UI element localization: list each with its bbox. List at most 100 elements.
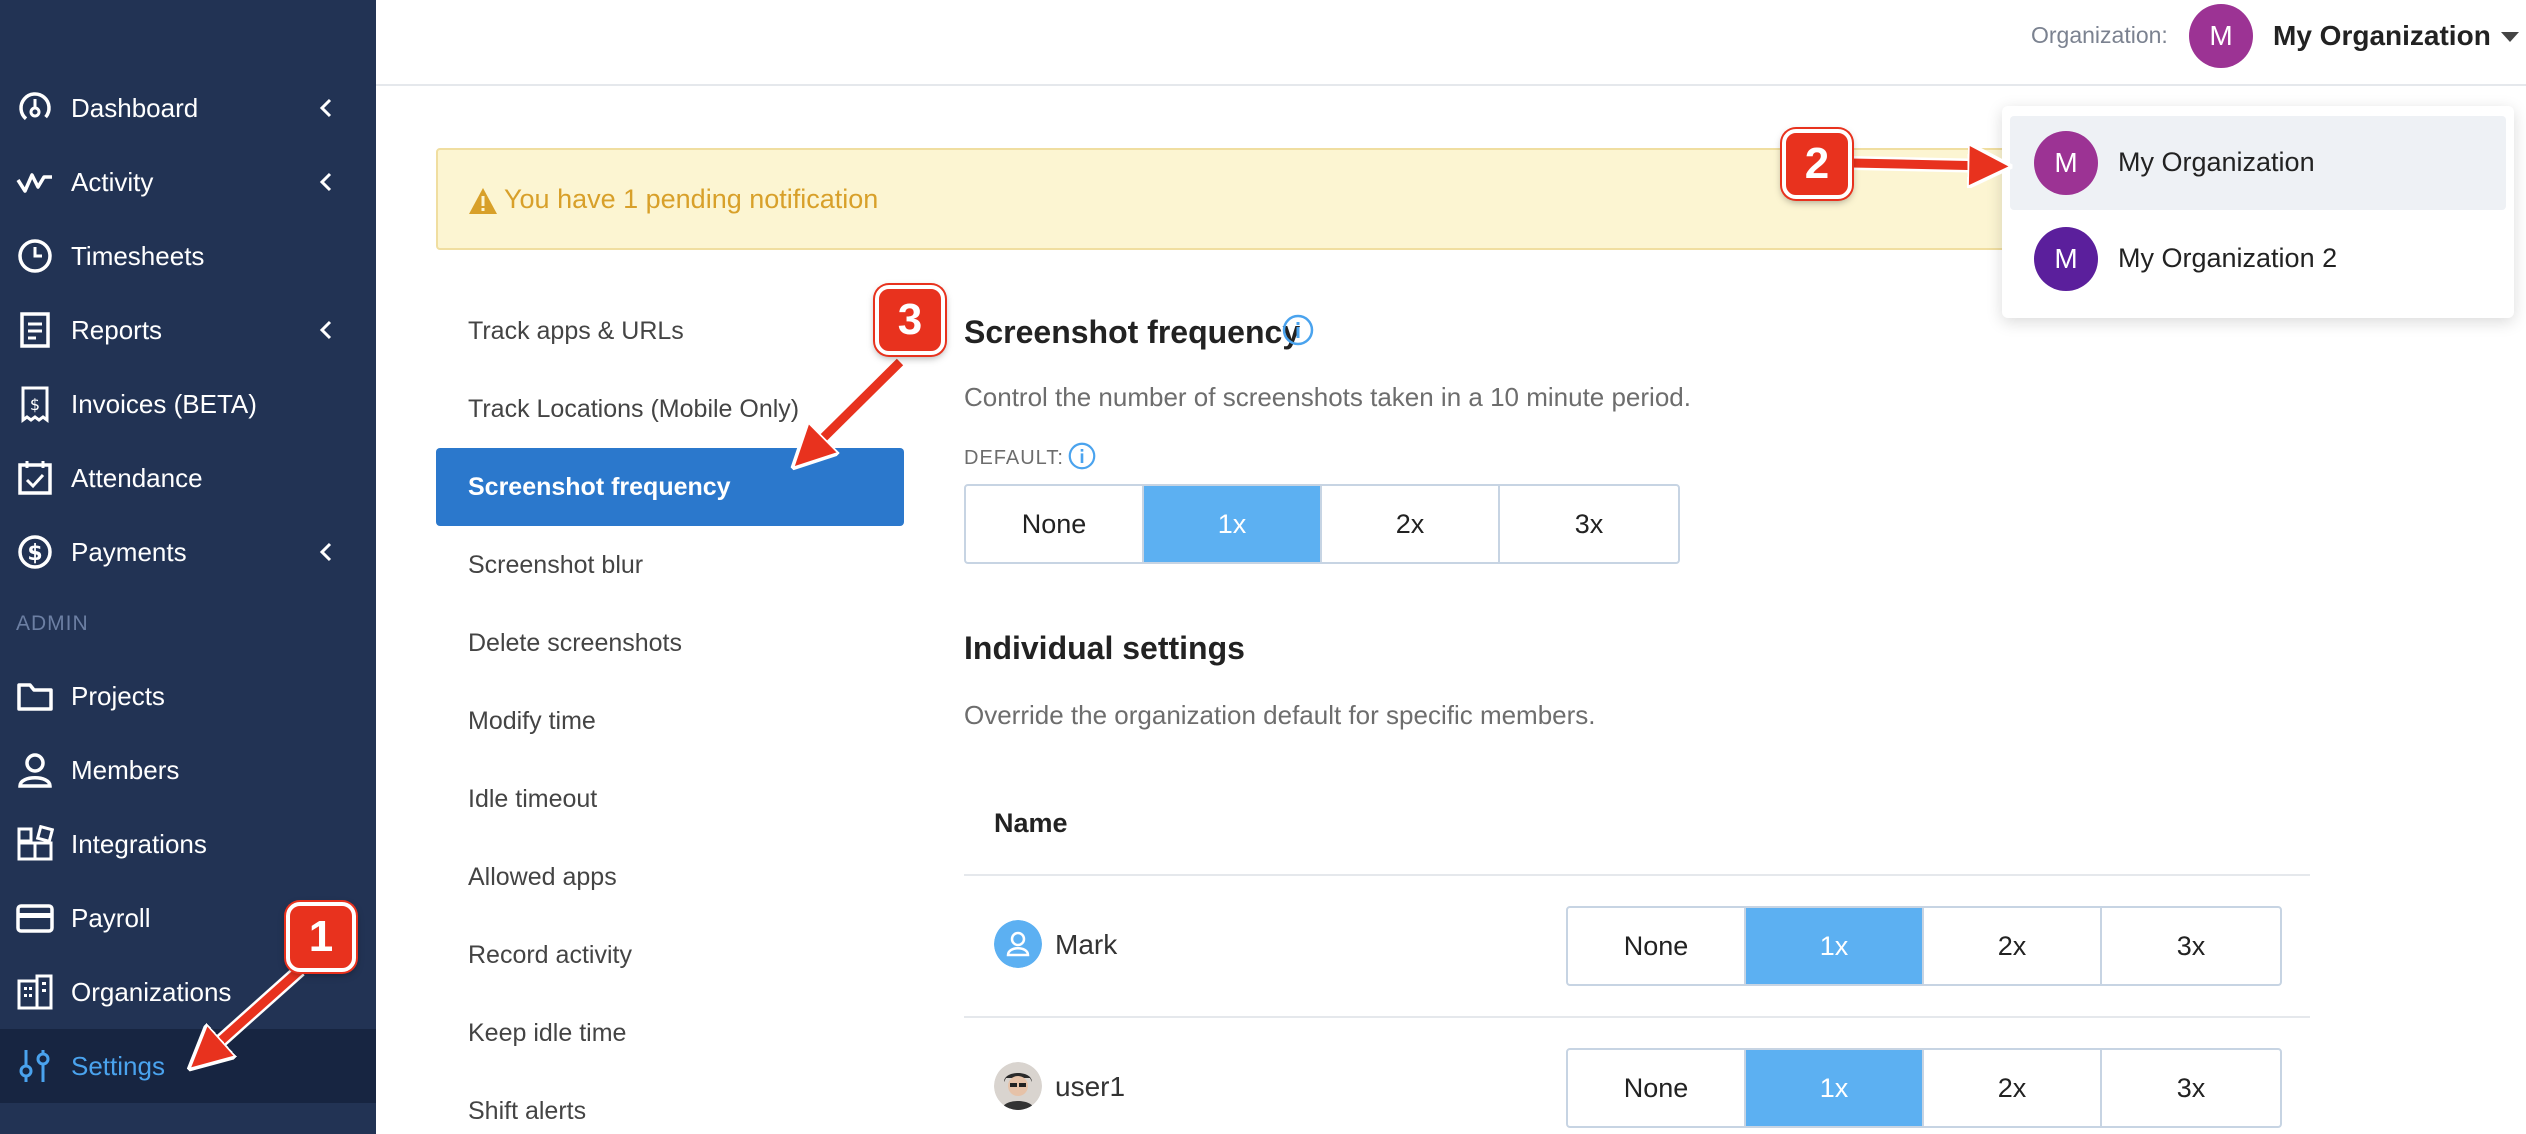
sidebar-item-dashboard[interactable]: Dashboard	[0, 71, 376, 145]
clock-icon	[18, 239, 52, 273]
person-icon	[18, 753, 52, 788]
callout-badge-1: 1	[286, 902, 356, 972]
dropdown-item-my-organization-2[interactable]: M My Organization 2	[2010, 212, 2506, 306]
chevron-left-icon	[319, 320, 332, 340]
member-name: Mark	[1055, 929, 1118, 960]
sidebar-item-label: Members	[71, 754, 180, 785]
individual-settings-title: Individual settings	[964, 630, 1245, 666]
settings-nav-track-locations[interactable]: Track Locations (Mobile Only)	[436, 370, 904, 448]
individual-settings-description: Override the organization default for sp…	[964, 700, 1596, 730]
report-document-icon	[20, 312, 50, 348]
sidebar-item-label: Reports	[71, 314, 163, 345]
chevron-left-icon	[319, 542, 332, 562]
option-3x[interactable]: 3x	[1500, 486, 1678, 562]
sidebar-item-activity[interactable]: Activity	[0, 145, 376, 219]
settings-nav-screenshot-blur[interactable]: Screenshot blur	[436, 526, 904, 604]
warning-icon	[469, 188, 497, 214]
option-none[interactable]: None	[966, 486, 1144, 562]
organization-avatar: M	[2034, 131, 2098, 195]
row-divider	[964, 1016, 2310, 1018]
option-2x[interactable]: 2x	[1322, 486, 1500, 562]
sidebar-item-invoices[interactable]: $ Invoices (BETA)	[0, 367, 376, 441]
settings-nav-idle-timeout[interactable]: Idle timeout	[436, 760, 904, 838]
chevron-left-icon	[319, 172, 332, 192]
default-user-avatar	[994, 920, 1042, 968]
sidebar-item-label: Invoices (BETA)	[71, 388, 257, 419]
sidebar-item-label: Activity	[71, 166, 154, 197]
sidebar-item-label: Projects	[71, 680, 165, 711]
sidebar-item-projects[interactable]: Projects	[0, 659, 376, 733]
notification-text: You have 1 pending notification	[504, 184, 879, 214]
sidebar-item-label: Payments	[71, 536, 187, 567]
chevron-left-icon	[319, 98, 332, 118]
organization-dropdown: M My Organization M My Organization 2	[2002, 106, 2514, 318]
svg-text:$: $	[27, 541, 42, 566]
sidebar-item-integrations[interactable]: Integrations	[0, 807, 376, 881]
folder-icon	[17, 683, 53, 711]
sidebar-item-timesheets[interactable]: Timesheets	[0, 219, 376, 293]
sidebar-item-label: Organizations	[71, 976, 232, 1007]
settings-nav-track-apps[interactable]: Track apps & URLs	[436, 292, 904, 370]
default-label: DEFAULT:	[964, 447, 1064, 469]
callout-badge-2: 2	[1782, 129, 1852, 199]
info-icon[interactable]	[1068, 442, 1096, 470]
dollar-circle-icon: $	[18, 535, 52, 569]
sidebar-item-label: Settings	[71, 1050, 165, 1081]
svg-text:$: $	[30, 395, 40, 414]
organization-label: Organization:	[2031, 22, 2168, 48]
option-3x[interactable]: 3x	[2102, 1050, 2280, 1126]
option-1x[interactable]: 1x	[1144, 486, 1322, 562]
option-3x[interactable]: 3x	[2102, 908, 2280, 984]
callout-badge-3: 3	[875, 285, 945, 355]
sidebar-item-settings[interactable]: Settings	[0, 1029, 376, 1103]
credit-card-icon	[16, 904, 54, 933]
invoice-receipt-icon: $	[21, 386, 49, 423]
organization-avatar: M	[2034, 227, 2098, 291]
settings-nav-shift-alerts[interactable]: Shift alerts	[436, 1072, 904, 1134]
calendar-check-icon	[18, 461, 52, 495]
settings-nav-screenshot-frequency[interactable]: Screenshot frequency	[436, 448, 904, 526]
admin-section-label: ADMIN	[16, 612, 89, 635]
member-frequency-selector: None 1x 2x 3x	[1566, 1048, 2282, 1128]
settings-nav-modify-time[interactable]: Modify time	[436, 682, 904, 760]
name-column-header: Name	[994, 808, 1068, 838]
sidebar-item-label: Timesheets	[71, 240, 205, 271]
puzzle-blocks-icon	[17, 825, 54, 861]
option-none[interactable]: None	[1568, 908, 1746, 984]
settings-nav-keep-idle-time[interactable]: Keep idle time	[436, 994, 904, 1072]
row-divider	[964, 874, 2310, 876]
sidebar-item-members[interactable]: Members	[0, 733, 376, 807]
organization-name: My Organization 2	[2118, 243, 2338, 273]
organization-name: My Organization	[2118, 147, 2315, 177]
sidebar-item-label: Attendance	[71, 462, 203, 493]
dashboard-gauge-icon	[19, 92, 51, 124]
sliders-icon	[19, 1050, 50, 1082]
option-2x[interactable]: 2x	[1924, 1050, 2102, 1126]
section-description: Control the number of screenshots taken …	[964, 382, 1691, 412]
sidebar-item-label: Dashboard	[71, 92, 199, 123]
info-icon[interactable]	[1282, 314, 1314, 346]
option-2x[interactable]: 2x	[1924, 908, 2102, 984]
option-none[interactable]: None	[1568, 1050, 1746, 1126]
activity-pulse-icon	[16, 173, 52, 193]
settings-nav-allowed-apps[interactable]: Allowed apps	[436, 838, 904, 916]
default-frequency-selector: None 1x 2x 3x	[964, 484, 1680, 564]
notification-banner[interactable]: You have 1 pending notification	[436, 148, 2104, 250]
top-header: Organization: M My Organization	[376, 0, 2526, 86]
sidebar-item-payments[interactable]: $ Payments	[0, 515, 376, 589]
settings-nav-record-activity[interactable]: Record activity	[436, 916, 904, 994]
sidebar-item-label: Integrations	[71, 828, 207, 859]
settings-nav-delete-screenshots[interactable]: Delete screenshots	[436, 604, 904, 682]
sidebar-item-label: Payroll	[71, 902, 151, 933]
sidebar-item-attendance[interactable]: Attendance	[0, 441, 376, 515]
option-1x[interactable]: 1x	[1746, 908, 1924, 984]
organization-selector[interactable]: My Organization	[2273, 20, 2491, 52]
option-1x[interactable]: 1x	[1746, 1050, 1924, 1126]
section-title: Screenshot frequency	[964, 314, 1301, 350]
sidebar-item-reports[interactable]: Reports	[0, 293, 376, 367]
building-icon	[17, 974, 53, 1010]
caret-down-icon[interactable]	[2501, 30, 2519, 44]
member-frequency-selector: None 1x 2x 3x	[1566, 906, 2282, 986]
dropdown-item-my-organization[interactable]: M My Organization	[2010, 116, 2506, 210]
organization-avatar[interactable]: M	[2189, 4, 2253, 68]
